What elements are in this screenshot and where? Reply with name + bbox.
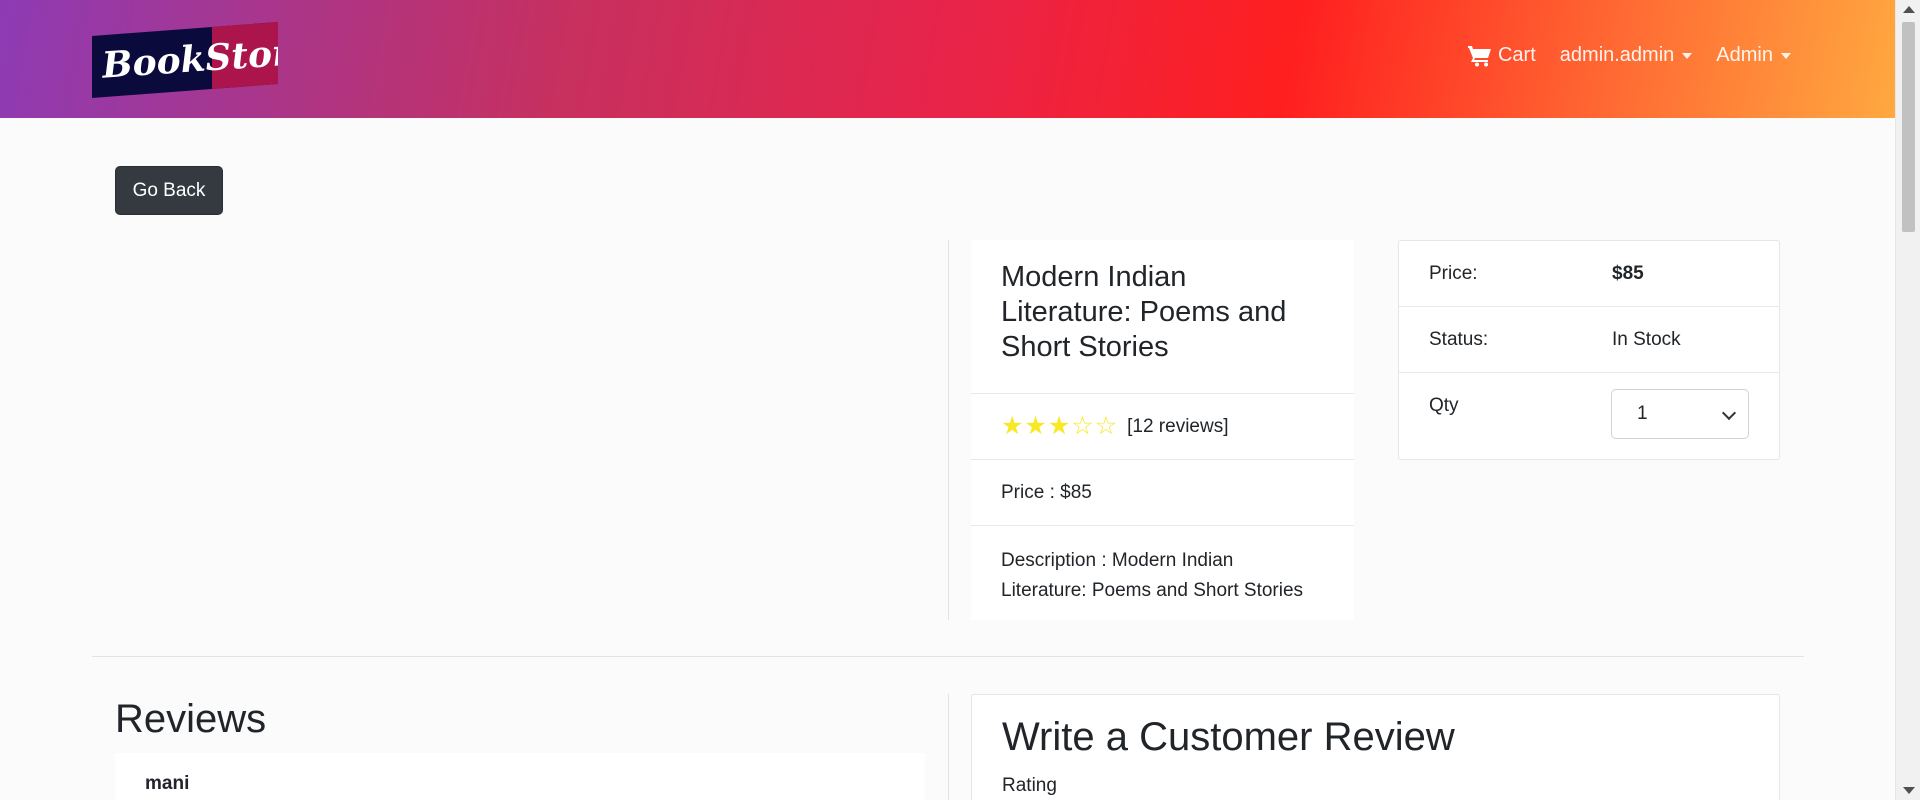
scroll-thumb[interactable]	[1902, 22, 1915, 232]
page-scrollbar[interactable]	[1895, 0, 1920, 800]
review-author: mani	[145, 773, 190, 794]
product-info-list: Modern Indian Literature: Poems and Shor…	[971, 240, 1354, 620]
qty-select[interactable]: 1	[1611, 389, 1749, 439]
product-description: Description : Modern Indian Literature: …	[1001, 550, 1304, 601]
star-empty-icon: ☆	[1071, 412, 1094, 440]
top-navbar: BookStore Cart admin.admin Admin	[0, 0, 1895, 118]
admin-label: Admin	[1716, 44, 1773, 66]
review-item: mani	[115, 753, 925, 800]
section-divider	[92, 656, 1804, 657]
shopping-cart-icon	[1467, 45, 1491, 66]
nav-links: Cart admin.admin Admin	[1467, 44, 1791, 67]
status-label: Status:	[1429, 329, 1489, 350]
status-row: Status: In Stock	[1399, 307, 1779, 373]
purchase-card: Price: $85 Status: In Stock Qty 1	[1398, 240, 1780, 460]
product-title: Modern Indian Literature: Poems and Shor…	[971, 240, 1354, 394]
status-value: In Stock	[1612, 329, 1681, 350]
rating-label: Rating	[1002, 775, 1057, 796]
chevron-down-icon	[1721, 405, 1737, 421]
price-row: Price: $85	[1399, 241, 1779, 307]
admin-dropdown[interactable]: Admin	[1716, 44, 1791, 67]
user-dropdown[interactable]: admin.admin	[1560, 44, 1693, 67]
star-empty-icon: ☆	[1094, 412, 1118, 440]
column-divider	[948, 694, 949, 800]
write-review-heading: Write a Customer Review	[1002, 715, 1455, 759]
star-full-icon: ★	[1024, 412, 1047, 440]
qty-value: 1	[1637, 403, 1648, 424]
reviews-heading: Reviews	[115, 697, 267, 741]
caret-down-icon	[1682, 52, 1693, 59]
star-half-icon: ★	[1047, 412, 1071, 440]
scroll-up-arrow-icon[interactable]	[1903, 6, 1915, 13]
go-back-button[interactable]: Go Back	[115, 166, 223, 215]
price-label: Price:	[1429, 263, 1478, 284]
qty-row: Qty 1	[1399, 373, 1779, 459]
cart-label: Cart	[1497, 44, 1536, 66]
price-value: $85	[1612, 263, 1644, 284]
reviews-count: [12 reviews]	[1127, 415, 1229, 437]
caret-down-icon	[1781, 52, 1791, 59]
user-label: admin.admin	[1559, 44, 1675, 66]
rating-stars: ★ ★ ★ ☆ ☆	[1001, 414, 1117, 439]
scroll-down-arrow-icon[interactable]	[1903, 787, 1915, 794]
bookstore-logo[interactable]: BookStore	[92, 22, 278, 98]
column-divider	[948, 240, 949, 620]
product-rating: ★ ★ ★ ☆ ☆ [12 reviews]	[971, 394, 1354, 460]
qty-label: Qty	[1429, 395, 1459, 416]
product-price: Price : $85	[971, 460, 1354, 526]
cart-link[interactable]: Cart	[1467, 44, 1536, 67]
star-full-icon: ★	[1001, 412, 1024, 440]
write-review-card: Write a Customer Review Rating	[971, 694, 1780, 800]
